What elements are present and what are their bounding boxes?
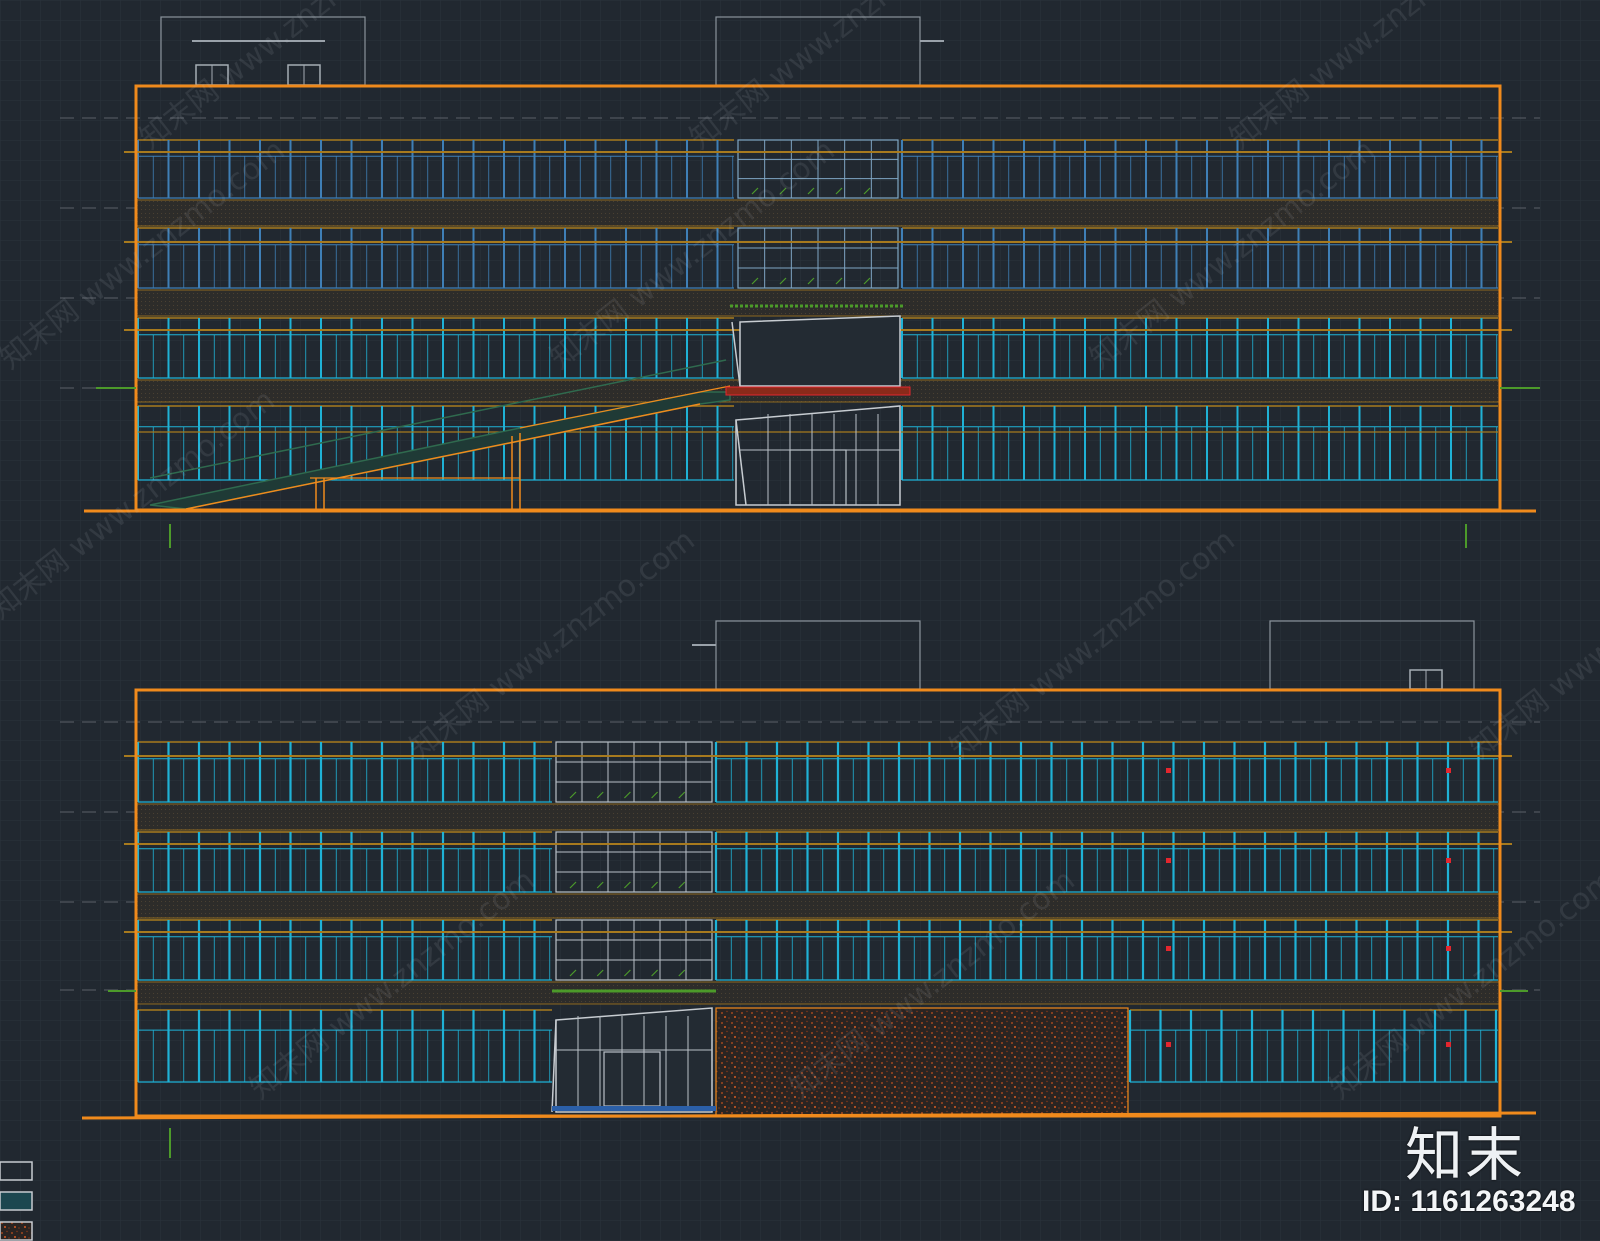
floor-slab-band [135, 893, 1501, 919]
entrance-glass-wall [555, 1007, 713, 1113]
floor-slab-band [135, 981, 1501, 1005]
stone-hatch-swatch [0, 1221, 33, 1241]
red-marker [1166, 946, 1171, 951]
floor-slab-band [135, 803, 1501, 831]
cad-elevation-drawing: 知末网 www.znzmo.com 知末网 www.znzmo.com 知末网 ww… [0, 0, 1600, 1241]
red-marker [1166, 858, 1171, 863]
entrance-step [552, 1106, 716, 1111]
red-marker [1446, 946, 1451, 951]
entrance-canopy-glass [739, 315, 901, 387]
cyan-swatch [0, 1191, 33, 1211]
red-marker [1446, 858, 1451, 863]
floor-slab-band [135, 289, 1501, 317]
brand-logo: 知末 [1405, 1121, 1526, 1189]
red-marker [1446, 1042, 1451, 1047]
red-marker [1446, 768, 1451, 773]
red-marker [1166, 768, 1171, 773]
red-marker [1166, 1042, 1171, 1047]
image-id-label: ID: 1161263248 [1362, 1185, 1576, 1218]
entrance-canopy-slab [725, 386, 911, 396]
stone-cladding-panel [715, 1007, 1129, 1117]
